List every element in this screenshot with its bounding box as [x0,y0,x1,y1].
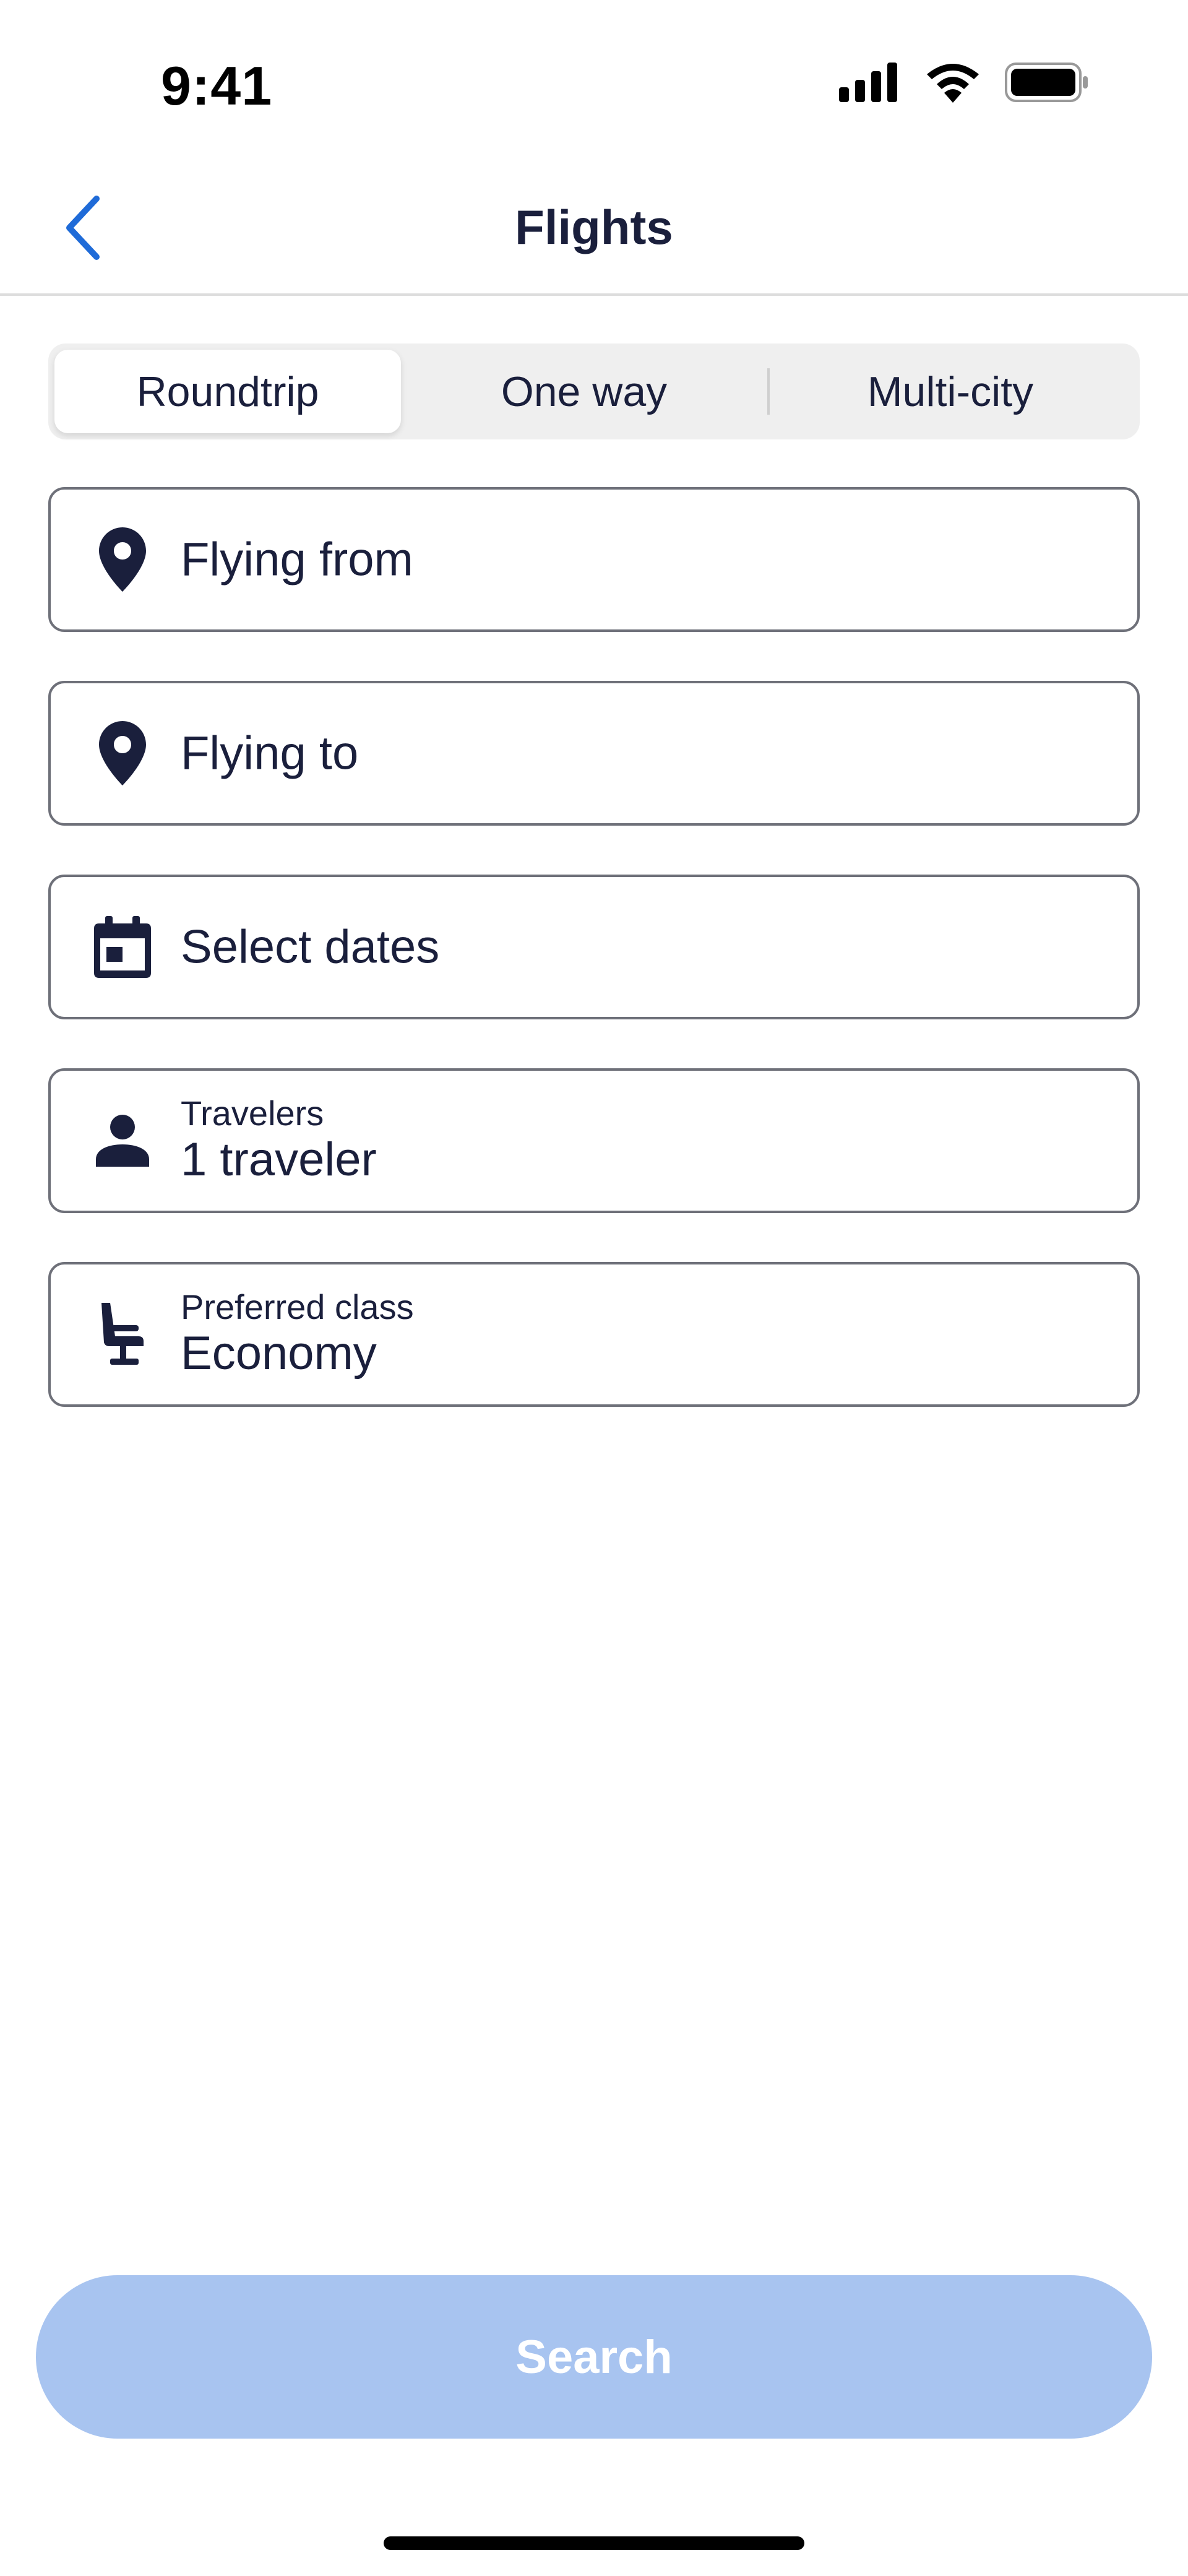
status-time: 9:41 [161,55,273,116]
wifi-icon [924,62,981,106]
trip-type-segmented-control: Roundtrip One way Multi-city [48,344,1140,439]
calendar-icon [92,913,153,981]
status-icons [839,62,1089,106]
cabin-class-value: Economy [181,1327,377,1380]
segment-roundtrip[interactable]: Roundtrip [54,350,401,433]
signal-icon [839,63,901,105]
origin-placeholder: Flying from [181,533,413,586]
destination-placeholder: Flying to [181,727,359,780]
origin-field[interactable]: Flying from [48,487,1140,632]
page-title: Flights [515,200,673,254]
map-pin-icon [92,525,153,594]
dates-field[interactable]: Select dates [48,875,1140,1019]
travelers-value: 1 traveler [181,1133,377,1186]
segment-one-way[interactable]: One way [401,350,767,433]
segment-multi-city[interactable]: Multi-city [767,350,1134,433]
destination-field[interactable]: Flying to [48,681,1140,826]
battery-icon [1005,63,1089,105]
seat-icon [92,1300,153,1368]
status-bar: 9:41 [0,0,1188,161]
search-button[interactable]: Search [36,2275,1152,2439]
map-pin-icon [92,719,153,787]
home-indicator [384,2536,804,2550]
cabin-class-label: Preferred class [181,1287,414,1326]
travelers-field[interactable]: Travelers 1 traveler [48,1068,1140,1213]
cabin-class-field[interactable]: Preferred class Economy [48,1262,1140,1407]
person-icon [92,1107,153,1175]
navigation-header: Flights [0,161,1188,296]
travelers-label: Travelers [181,1094,324,1133]
dates-placeholder: Select dates [181,920,440,974]
